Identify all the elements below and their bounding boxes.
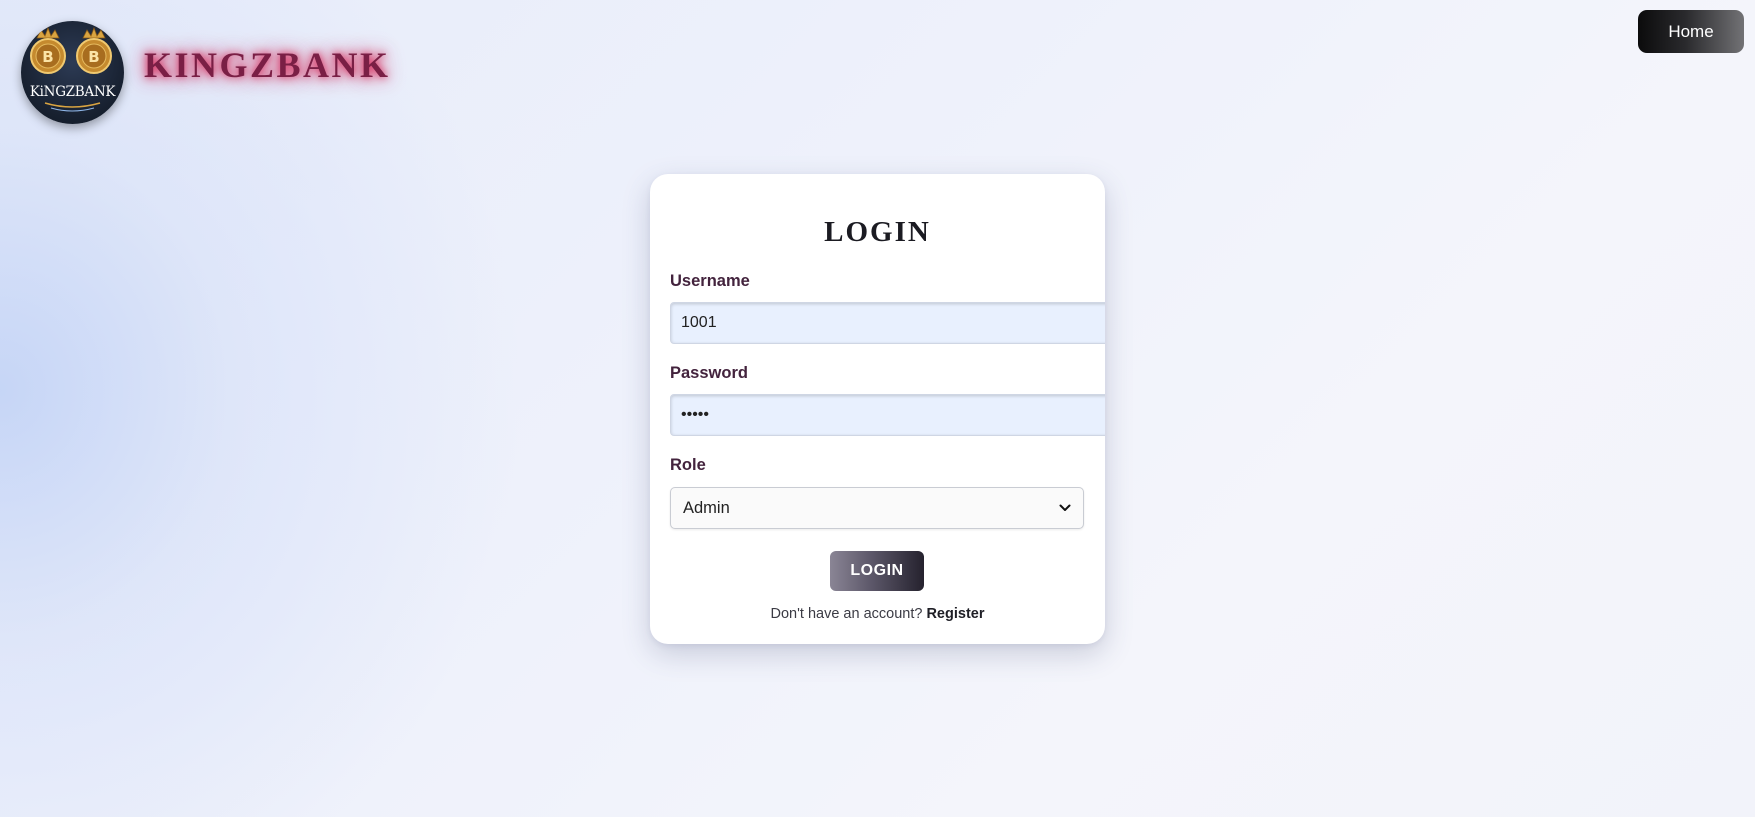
coin-symbol-right: B [88,48,99,66]
register-prompt: Don't have an account? Register [650,606,1105,622]
login-card: LOGIN Username Password Role Admin LOGIN… [650,174,1105,644]
home-button[interactable]: Home [1638,10,1744,53]
brand-logo: B B KiNGZBANK [21,21,124,124]
login-title: LOGIN [824,216,931,248]
role-select[interactable]: Admin [670,487,1084,529]
username-input[interactable] [670,302,1105,344]
bitcoin-crown-emblem-icon: B B [30,26,112,112]
coin-symbol-left: B [42,48,53,66]
chevron-down-icon [1059,504,1071,511]
logo-caption: KiNGZBANK [29,84,116,100]
username-label: Username [670,272,750,290]
register-link[interactable]: Register [926,606,984,622]
password-label: Password [670,364,748,382]
role-selected-value: Admin [683,498,730,517]
password-input[interactable] [670,394,1105,436]
register-prompt-text: Don't have an account? [770,606,923,622]
brand-title: KINGZBANK [144,45,391,85]
login-button[interactable]: LOGIN [830,551,924,591]
role-label: Role [670,456,706,474]
